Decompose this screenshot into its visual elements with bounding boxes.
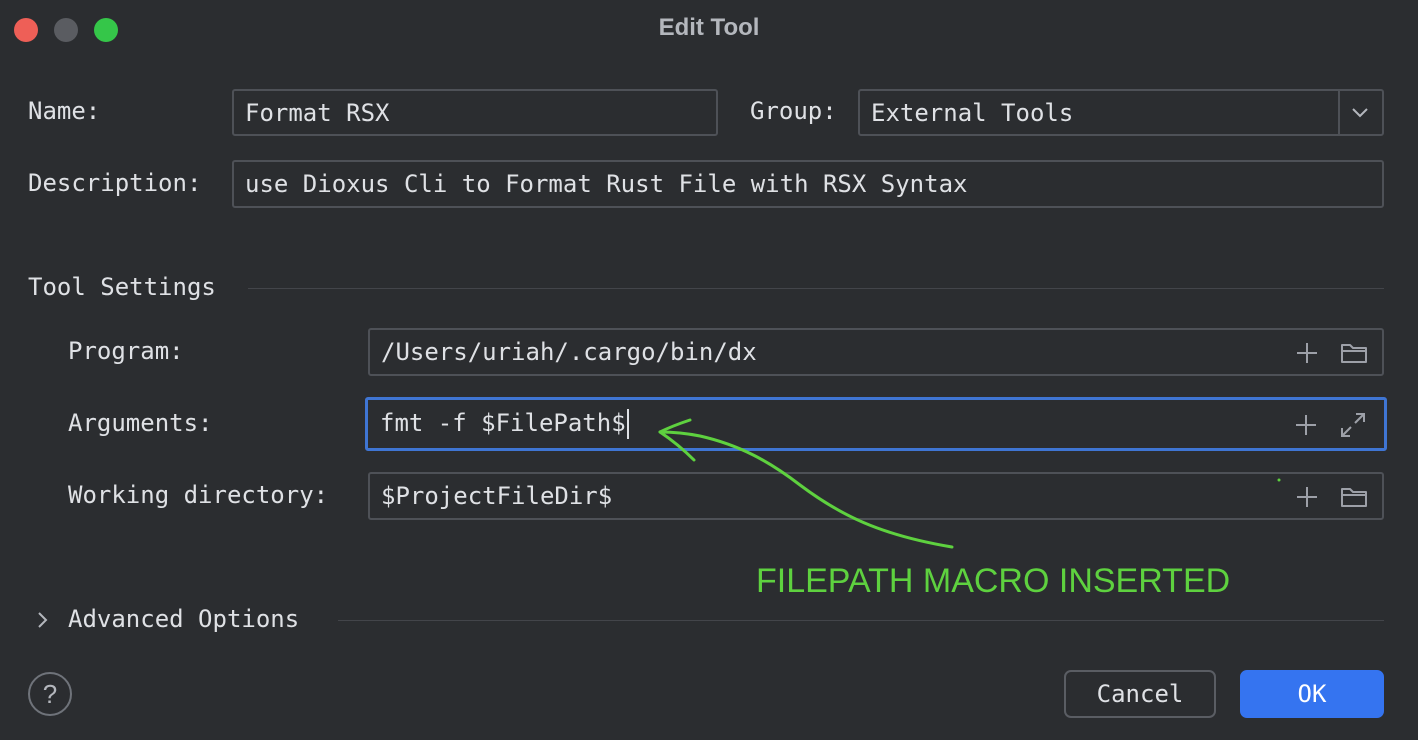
ok-button[interactable]: OK [1240, 670, 1384, 718]
cancel-button[interactable]: Cancel [1064, 670, 1216, 718]
help-button[interactable]: ? [28, 672, 72, 716]
annotation-text: FILEPATH MACRO INSERTED [756, 562, 1231, 600]
advanced-options-toggle[interactable]: Advanced Options [68, 604, 299, 634]
edit-tool-dialog: Edit Tool Name: Format RSX Group: Extern… [0, 0, 1418, 740]
advanced-options-separator [338, 620, 1384, 621]
chevron-right-icon[interactable] [36, 610, 50, 630]
